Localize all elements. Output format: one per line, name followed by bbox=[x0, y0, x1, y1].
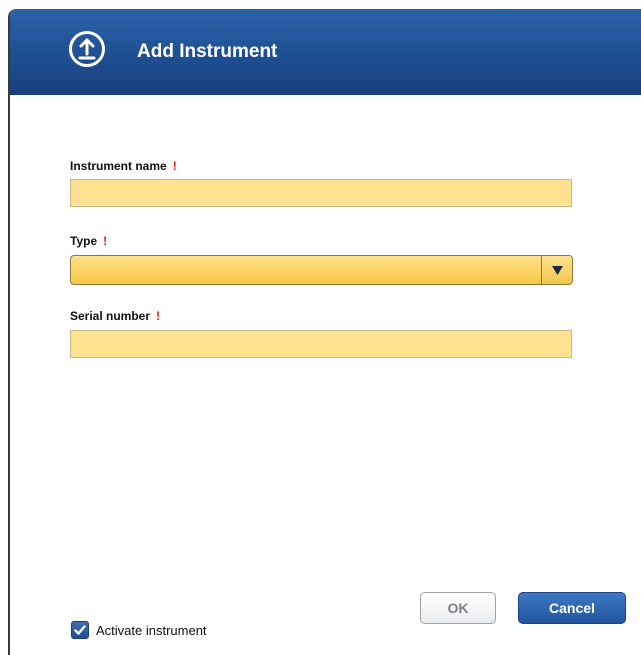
cancel-button[interactable]: Cancel bbox=[518, 592, 626, 624]
type-label: Type! bbox=[70, 234, 107, 248]
activate-instrument-label[interactable]: Activate instrument bbox=[96, 623, 207, 639]
serial-number-label: Serial number! bbox=[70, 309, 160, 323]
triangle-down-icon bbox=[552, 266, 563, 275]
instrument-name-label-text: Instrument name bbox=[70, 159, 167, 173]
required-indicator: ! bbox=[103, 234, 108, 248]
type-select[interactable] bbox=[70, 255, 573, 285]
checkmark-icon bbox=[74, 625, 86, 635]
upload-circle-icon bbox=[67, 29, 107, 69]
dialog-title: Add Instrument bbox=[137, 41, 278, 62]
dialog-header: Add Instrument bbox=[10, 9, 641, 95]
ok-button[interactable]: OK bbox=[420, 592, 496, 624]
instrument-name-label: Instrument name! bbox=[70, 159, 177, 173]
activate-instrument-checkbox[interactable] bbox=[71, 621, 89, 639]
required-indicator: ! bbox=[156, 309, 161, 323]
serial-number-label-text: Serial number bbox=[70, 309, 151, 323]
type-label-text: Type bbox=[70, 234, 98, 248]
required-indicator: ! bbox=[172, 159, 177, 173]
instrument-name-input[interactable] bbox=[70, 179, 572, 207]
dropdown-arrow-button[interactable] bbox=[541, 256, 572, 284]
serial-number-input[interactable] bbox=[70, 330, 572, 358]
add-instrument-dialog: Add Instrument Instrument name! Type! Se… bbox=[8, 9, 641, 655]
